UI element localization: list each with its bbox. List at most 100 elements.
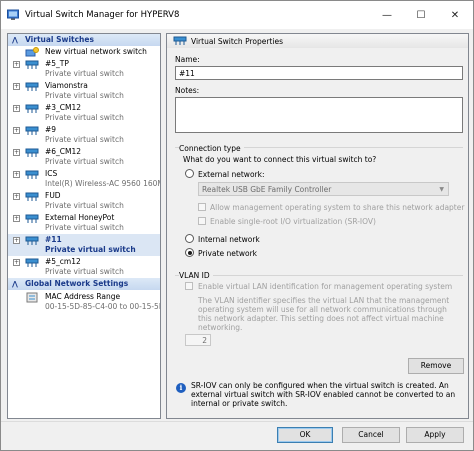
tree-item-type: Private virtual switch bbox=[45, 223, 124, 232]
title-bar: Virtual Switch Manager for HYPERV8 — ☐ ✕ bbox=[1, 1, 473, 29]
switch-icon bbox=[25, 60, 39, 69]
apply-button[interactable]: Apply bbox=[406, 427, 464, 443]
vlan-group-label: VLAN ID bbox=[179, 271, 213, 280]
tree-item-type: Private virtual switch bbox=[45, 245, 136, 254]
private-network-label: Private network bbox=[198, 249, 257, 258]
tree-item-switch[interactable]: + #3_CM12 Private virtual switch bbox=[8, 102, 160, 124]
vlan-divider bbox=[175, 275, 463, 276]
cancel-button[interactable]: Cancel bbox=[342, 427, 400, 443]
tree-item-switch[interactable]: + #5_TP Private virtual switch bbox=[8, 58, 160, 80]
name-label: Name: bbox=[175, 55, 200, 64]
switch-tree-panel: ⋀ Virtual Switches New virtual network s… bbox=[7, 33, 161, 419]
tree-item-name: ICS bbox=[45, 169, 58, 178]
external-adapter-select[interactable]: Realtek USB GbE Family Controller ▼ bbox=[198, 182, 449, 196]
tree-item-name: #3_CM12 bbox=[45, 103, 82, 112]
switch-icon bbox=[25, 148, 39, 157]
connection-type-label: Connection type bbox=[179, 144, 244, 153]
collapse-icon[interactable]: ⋀ bbox=[12, 280, 20, 288]
switch-icon bbox=[25, 82, 39, 91]
tree-item-switch[interactable]: + #6_CM12 Private virtual switch bbox=[8, 146, 160, 168]
external-adapter-value: Realtek USB GbE Family Controller bbox=[202, 185, 332, 194]
expand-icon[interactable]: + bbox=[13, 171, 20, 178]
tree-item-type: Private virtual switch bbox=[45, 201, 124, 210]
maximize-button[interactable]: ☐ bbox=[404, 1, 438, 29]
tree-item-type: Private virtual switch bbox=[45, 157, 124, 166]
global-network-settings-header[interactable]: ⋀ Global Network Settings bbox=[8, 278, 160, 290]
expand-icon[interactable]: + bbox=[13, 149, 20, 156]
tree-item-type: Private virtual switch bbox=[45, 135, 124, 144]
expand-icon[interactable]: + bbox=[13, 215, 20, 222]
virtual-switch-manager-window: Virtual Switch Manager for HYPERV8 — ☐ ✕… bbox=[0, 0, 474, 451]
external-network-radio[interactable] bbox=[185, 169, 194, 178]
switch-properties-panel: Virtual Switch Properties Name: #11 Note… bbox=[166, 33, 469, 419]
notes-input[interactable] bbox=[175, 97, 463, 133]
expand-icon[interactable]: + bbox=[13, 237, 20, 244]
tree-item-new-switch[interactable]: New virtual network switch bbox=[8, 46, 160, 58]
tree-item-name: #5_TP bbox=[45, 59, 69, 68]
switch-icon bbox=[25, 104, 39, 113]
tree-item-switch[interactable]: + FUD Private virtual switch bbox=[8, 190, 160, 212]
chevron-down-icon: ▼ bbox=[439, 186, 444, 193]
switch-icon bbox=[25, 236, 39, 245]
switch-icon bbox=[25, 214, 39, 223]
switch-icon bbox=[25, 126, 39, 135]
tree-item-type: Private virtual switch bbox=[45, 113, 124, 122]
tree-item-switch-selected[interactable]: + #11 Private virtual switch bbox=[8, 234, 160, 256]
sriov-label: Enable single-root I/O virtualization (S… bbox=[210, 217, 376, 226]
minimize-button[interactable]: — bbox=[370, 1, 404, 29]
switch-icon bbox=[173, 36, 187, 45]
tree-item-name: MAC Address Range bbox=[45, 292, 121, 301]
switch-icon bbox=[25, 170, 39, 179]
properties-header: Virtual Switch Properties bbox=[167, 34, 468, 48]
allow-management-checkbox[interactable] bbox=[198, 203, 206, 211]
virtual-switches-header[interactable]: ⋀ Virtual Switches bbox=[8, 34, 160, 46]
tree-item-name: New virtual network switch bbox=[45, 47, 147, 56]
virtual-switches-header-label: Virtual Switches bbox=[25, 35, 94, 44]
mac-address-icon bbox=[26, 292, 38, 303]
expand-icon[interactable]: + bbox=[13, 105, 20, 112]
switch-icon bbox=[25, 192, 39, 201]
tree-item-name: #9 bbox=[45, 125, 57, 134]
footer-divider bbox=[1, 421, 473, 422]
switch-icon bbox=[25, 258, 39, 267]
tree-item-name: #11 bbox=[45, 235, 62, 244]
vlan-enable-label: Enable virtual LAN identification for ma… bbox=[198, 282, 453, 291]
expand-icon[interactable]: + bbox=[13, 127, 20, 134]
internal-network-radio[interactable] bbox=[185, 234, 194, 243]
tree-item-type: Intel(R) Wireless-AC 9560 160MHz bbox=[45, 179, 161, 188]
tree-item-type: Private virtual switch bbox=[45, 91, 124, 100]
tree-item-switch[interactable]: + External HoneyPot Private virtual swit… bbox=[8, 212, 160, 234]
name-input[interactable]: #11 bbox=[175, 66, 463, 80]
tree-item-switch[interactable]: + Viamonstra Private virtual switch bbox=[8, 80, 160, 102]
ok-button[interactable]: OK bbox=[277, 427, 333, 443]
tree-item-type: Private virtual switch bbox=[45, 267, 124, 276]
expand-icon[interactable]: + bbox=[13, 193, 20, 200]
expand-icon[interactable]: + bbox=[13, 259, 20, 266]
new-switch-icon bbox=[25, 47, 39, 57]
tree-item-mac-range[interactable]: MAC Address Range 00-15-5D-85-C4-00 to 0… bbox=[8, 291, 160, 313]
tree-item-switch[interactable]: + ICS Intel(R) Wireless-AC 9560 160MHz bbox=[8, 168, 160, 190]
tree-item-name: FUD bbox=[45, 191, 61, 200]
internal-network-label: Internal network bbox=[198, 235, 260, 244]
vlan-id-spinner[interactable]: 2 bbox=[185, 334, 211, 346]
close-button[interactable]: ✕ bbox=[438, 1, 472, 29]
remove-button[interactable]: Remove bbox=[408, 358, 464, 374]
info-icon: i bbox=[176, 383, 186, 393]
allow-management-label: Allow management operating system to sha… bbox=[210, 203, 465, 212]
tree-item-name: #5_cm12 bbox=[45, 257, 81, 266]
connection-question: What do you want to connect this virtual… bbox=[183, 155, 377, 164]
tree-item-name: #6_CM12 bbox=[45, 147, 82, 156]
sriov-info-text: SR-IOV can only be configured when the v… bbox=[191, 381, 456, 408]
window-title: Virtual Switch Manager for HYPERV8 bbox=[25, 10, 180, 20]
expand-icon[interactable]: + bbox=[13, 83, 20, 90]
sriov-checkbox[interactable] bbox=[198, 217, 206, 225]
collapse-icon[interactable]: ⋀ bbox=[12, 36, 20, 44]
expand-icon[interactable]: + bbox=[13, 61, 20, 68]
tree-item-type: Private virtual switch bbox=[45, 69, 124, 78]
tree-item-switch[interactable]: + #9 Private virtual switch bbox=[8, 124, 160, 146]
notes-label: Notes: bbox=[175, 86, 200, 95]
global-settings-header-label: Global Network Settings bbox=[25, 279, 129, 288]
private-network-radio[interactable] bbox=[185, 248, 194, 257]
vlan-enable-checkbox[interactable] bbox=[185, 282, 193, 290]
tree-item-switch[interactable]: + #5_cm12 Private virtual switch bbox=[8, 256, 160, 278]
